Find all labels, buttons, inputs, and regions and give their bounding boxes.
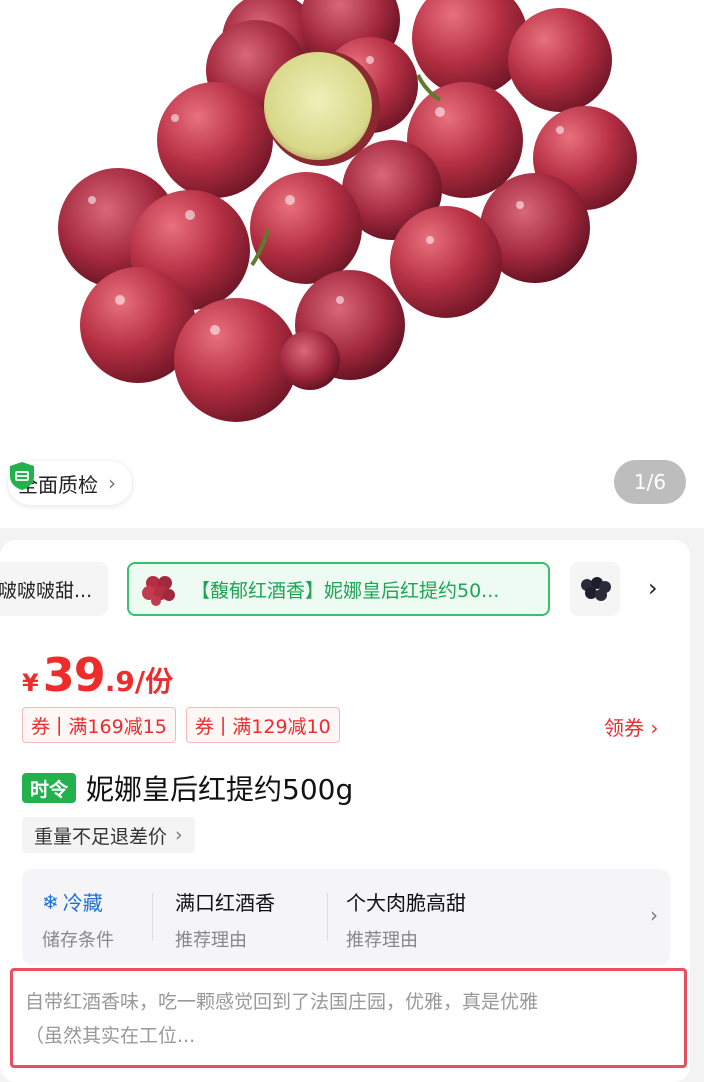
coupon-text: 满129减10 bbox=[232, 715, 331, 738]
attribute-label: 推荐理由 bbox=[175, 930, 247, 951]
shield-check-icon bbox=[10, 462, 34, 490]
attribute-storage: ❄ 冷藏 储存条件 bbox=[42, 887, 114, 952]
variant-option-selected[interactable]: 【馥郁红酒香】妮娜皇后红提约50... bbox=[127, 562, 550, 616]
coupon-tag: 券 bbox=[31, 715, 51, 738]
divider: | bbox=[56, 714, 63, 736]
chevron-right-icon: › bbox=[175, 824, 183, 846]
product-description[interactable]: 自带红酒香味，吃一颗感觉回到了法国庄园，优雅，真是优雅 （虽然其实在工位... bbox=[10, 968, 687, 1068]
product-info-card: 啵啵啵甜... 【馥郁红酒香】妮娜皇后红提约50... › ¥ 39 .9 /份… bbox=[0, 540, 690, 1082]
coupon-tag: 券 bbox=[194, 715, 214, 738]
chevron-right-icon: › bbox=[650, 903, 658, 927]
variant-option-label: 啵啵啵甜... bbox=[0, 579, 93, 602]
divider: | bbox=[219, 714, 227, 736]
price-decimal: .9 bbox=[104, 665, 135, 698]
snowflake-icon: ❄ bbox=[42, 889, 59, 914]
weight-guarantee-label: 重量不足退差价 bbox=[34, 825, 168, 848]
coupon-badge[interactable]: 券 | 满169减15 bbox=[22, 707, 176, 743]
attribute-label: 储存条件 bbox=[42, 930, 114, 951]
coupon-text: 满169减15 bbox=[68, 715, 167, 738]
weight-guarantee-button[interactable]: 重量不足退差价 › bbox=[22, 817, 195, 853]
price-integer: 39 bbox=[42, 648, 106, 702]
variant-option[interactable] bbox=[570, 562, 620, 616]
description-line: 自带红酒香味，吃一颗感觉回到了法国庄园，优雅，真是优雅 bbox=[25, 991, 539, 1013]
variant-option[interactable]: 啵啵啵甜... bbox=[0, 562, 108, 616]
attribute-value: 满口红酒香 bbox=[175, 891, 275, 915]
chevron-right-icon: › bbox=[108, 471, 116, 495]
attribute-label: 推荐理由 bbox=[346, 930, 418, 951]
product-price: ¥ 39 .9 /份 bbox=[22, 648, 173, 702]
product-title-row: 时令 妮娜皇后红提约500g bbox=[22, 768, 353, 808]
chevron-right-icon[interactable]: › bbox=[648, 574, 658, 602]
coupon-badge[interactable]: 券 | 满129减10 bbox=[185, 707, 340, 743]
product-image-gallery[interactable]: 全面质检 › 1/6 bbox=[0, 0, 704, 528]
get-coupon-link[interactable]: 领券 › bbox=[604, 712, 658, 741]
product-detail-page: 全面质检 › 1/6 啵啵啵甜... 【馥郁红酒香】妮娜皇后红提约50... ›… bbox=[0, 0, 704, 1082]
variant-selector: 啵啵啵甜... 【馥郁红酒香】妮娜皇后红提约50... › bbox=[0, 562, 690, 620]
attribute-value: 个大肉脆高甜 bbox=[346, 891, 466, 915]
season-badge: 时令 bbox=[22, 773, 77, 803]
grape-thumbnail-icon bbox=[142, 576, 175, 606]
product-attributes[interactable]: ❄ 冷藏 储存条件 满口红酒香 推荐理由 个大肉脆高甜 推荐理由 › bbox=[22, 869, 670, 965]
attribute-value: 冷藏 bbox=[62, 891, 103, 915]
divider bbox=[327, 893, 328, 941]
dark-grape-thumbnail-icon bbox=[581, 577, 611, 601]
price-currency: ¥ bbox=[22, 669, 39, 697]
description-line: （虽然其实在工位... bbox=[25, 1025, 196, 1047]
attribute-reason: 个大肉脆高甜 推荐理由 bbox=[346, 887, 466, 952]
grapes-photo bbox=[58, 0, 637, 422]
divider bbox=[152, 893, 153, 941]
attribute-reason: 满口红酒香 推荐理由 bbox=[175, 887, 275, 952]
product-title: 妮娜皇后红提约500g bbox=[86, 773, 354, 806]
coupon-list: 券 | 满169减15 券 | 满129减10 bbox=[22, 707, 340, 743]
price-unit: /份 bbox=[134, 665, 174, 698]
variant-option-label: 【馥郁红酒香】妮娜皇后红提约50... bbox=[191, 579, 500, 602]
quality-check-button[interactable]: 全面质检 › bbox=[8, 461, 132, 505]
image-pager: 1/6 bbox=[614, 460, 686, 504]
